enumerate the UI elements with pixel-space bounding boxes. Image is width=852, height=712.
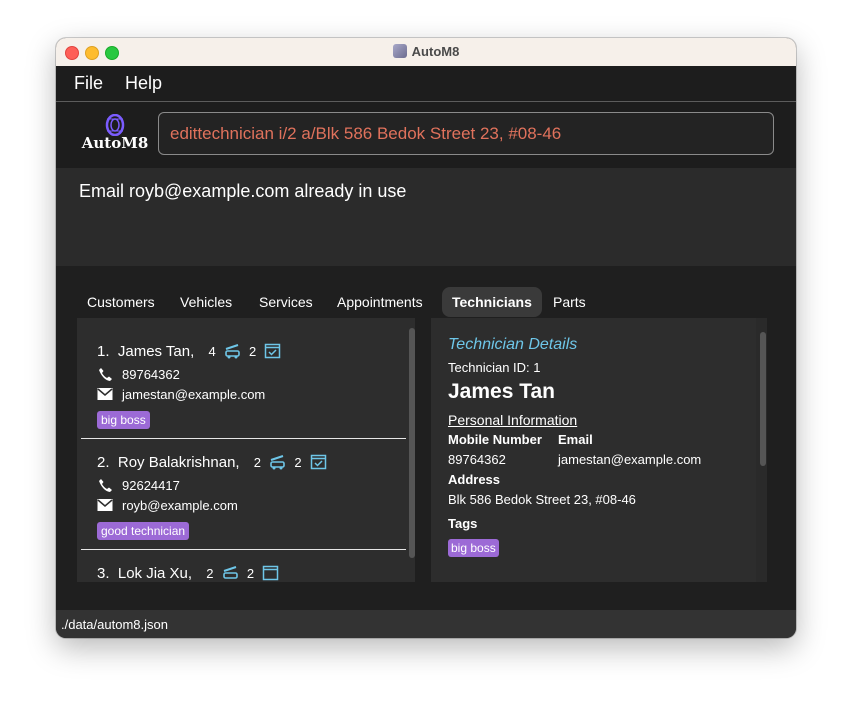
- personal-info-heading: Personal Information: [448, 412, 578, 428]
- phone-icon: [99, 479, 112, 492]
- calendar-check-icon: [310, 454, 326, 470]
- technician-name: James Tan,: [117, 343, 195, 360]
- technician-name: Roy Balakrishnan,: [117, 454, 240, 471]
- detail-tag-badge: big boss: [448, 539, 499, 557]
- data-file-path: ./data/autom8.json: [61, 617, 168, 632]
- appointment-count: 2: [294, 455, 302, 470]
- details-header: Technician Details: [448, 336, 578, 353]
- email-label: Email: [558, 432, 593, 447]
- envelope-icon: [97, 388, 113, 400]
- command-area: AutoM8 edittechnician i/2 a/Blk 586 Bedo…: [56, 102, 796, 168]
- tire-icon: [105, 114, 125, 136]
- app-logo: AutoM8: [80, 114, 150, 156]
- phone-number: 89764362: [122, 367, 180, 382]
- technician-index: 1.: [97, 343, 110, 360]
- list-divider: [81, 549, 406, 550]
- technician-name-line: 3. Lok Jia Xu, 2 2: [97, 564, 279, 582]
- service-count: 4: [208, 344, 216, 359]
- main-area: Customers Vehicles Services Appointments…: [56, 266, 796, 610]
- tab-vehicles[interactable]: Vehicles: [170, 287, 242, 317]
- car-service-icon: [222, 566, 238, 579]
- phone-number: 92624417: [122, 478, 180, 493]
- appointment-count: 2: [249, 344, 257, 359]
- email-address: royb@example.com: [122, 498, 238, 513]
- technician-name-line: 1. James Tan, 4 2: [97, 342, 281, 360]
- technician-id: Technician ID: 1: [448, 360, 541, 375]
- logo-text: AutoM8: [81, 134, 149, 152]
- calendar-check-icon: [262, 565, 279, 581]
- phone-row: 89764362: [97, 367, 180, 382]
- tab-appointments[interactable]: Appointments: [327, 287, 433, 317]
- result-message: Email royb@example.com already in use: [79, 181, 407, 201]
- tab-technicians[interactable]: Technicians: [442, 287, 542, 317]
- envelope-icon: [97, 499, 113, 511]
- technician-detail-name: James Tan: [448, 380, 555, 403]
- technician-details-panel: Technician Details Technician ID: 1 Jame…: [431, 318, 767, 582]
- app-icon: [392, 44, 407, 58]
- mobile-value: 89764362: [448, 452, 506, 467]
- result-display: Email royb@example.com already in use: [56, 168, 796, 266]
- menu-bar: File Help: [56, 66, 796, 102]
- menu-file[interactable]: File: [74, 73, 103, 94]
- command-input-text: edittechnician i/2 a/Blk 586 Bedok Stree…: [170, 124, 562, 143]
- tag-badge: big boss: [97, 411, 150, 429]
- tab-parts[interactable]: Parts: [543, 287, 596, 317]
- phone-row: 92624417: [97, 478, 180, 493]
- status-bar: ./data/autom8.json: [56, 610, 796, 638]
- car-service-icon: [270, 455, 285, 470]
- tab-customers[interactable]: Customers: [77, 287, 165, 317]
- title-bar: AutoM8: [56, 38, 796, 67]
- app-window: AutoM8 File Help AutoM8 edittechnician i…: [56, 38, 796, 638]
- address-value: Blk 586 Bedok Street 23, #08-46: [448, 492, 636, 507]
- list-divider: [81, 438, 406, 439]
- technician-list[interactable]: 1. James Tan, 4 2 89764362 jamestan@exam…: [77, 318, 415, 582]
- appointment-count: 2: [246, 566, 255, 581]
- technician-index: 2.: [97, 454, 110, 471]
- details-scrollbar[interactable]: [760, 332, 766, 466]
- mobile-label: Mobile Number: [448, 432, 542, 447]
- technician-name-line: 2. Roy Balakrishnan, 2 2: [97, 453, 327, 471]
- email-value: jamestan@example.com: [558, 452, 702, 467]
- tags-label: Tags: [448, 516, 478, 531]
- command-input[interactable]: edittechnician i/2 a/Blk 586 Bedok Stree…: [158, 112, 774, 155]
- tab-services[interactable]: Services: [249, 287, 323, 317]
- window-title-wrap: AutoM8: [56, 44, 796, 59]
- address-label: Address: [448, 472, 501, 487]
- email-row: jamestan@example.com: [97, 387, 265, 402]
- calendar-check-icon: [265, 343, 281, 359]
- technician-name: Lok Jia Xu,: [117, 565, 193, 582]
- menu-help[interactable]: Help: [125, 73, 162, 94]
- service-count: 2: [206, 566, 214, 581]
- car-service-icon: [225, 344, 240, 359]
- email-row: royb@example.com: [97, 498, 238, 513]
- service-count: 2: [253, 455, 261, 470]
- window-title: AutoM8: [411, 44, 460, 59]
- technician-index: 3.: [97, 565, 110, 582]
- tag-badge: good technician: [97, 522, 190, 540]
- email-address: jamestan@example.com: [122, 387, 266, 402]
- phone-icon: [99, 368, 112, 381]
- list-scrollbar[interactable]: [409, 328, 415, 558]
